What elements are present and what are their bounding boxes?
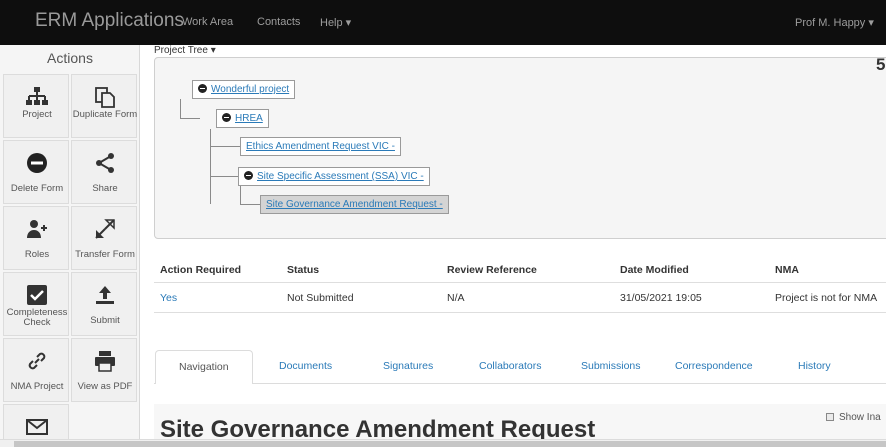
- copy-icon: [95, 87, 115, 108]
- collapse-icon[interactable]: [222, 113, 231, 122]
- share-icon: [96, 153, 114, 173]
- check-square-icon: [27, 285, 47, 305]
- roles-button[interactable]: Roles: [3, 206, 69, 270]
- project-button[interactable]: Project: [3, 74, 69, 138]
- view-as-pdf-button[interactable]: View as PDF: [71, 338, 137, 402]
- top-navbar: ERM Applications Work Area Contacts Help…: [0, 0, 886, 45]
- sitemap-icon: [26, 87, 48, 105]
- tree-node-hrea[interactable]: HREA: [216, 109, 269, 128]
- nav-work-area[interactable]: Work Area: [182, 16, 233, 28]
- duplicate-form-button[interactable]: Duplicate Form: [71, 74, 137, 138]
- completeness-check-label: Completeness Check: [6, 307, 68, 328]
- tab-signatures[interactable]: Signatures: [383, 360, 433, 372]
- horizontal-scrollbar[interactable]: [0, 439, 886, 447]
- show-inactive-toggle[interactable]: Show Ina: [826, 412, 881, 423]
- tree-node-site-governance[interactable]: Site Governance Amendment Request -: [260, 195, 449, 214]
- tabs-divider: [154, 383, 886, 384]
- corner-number: 5: [876, 55, 886, 74]
- project-label: Project: [22, 109, 52, 120]
- tree-node-wonderful-project[interactable]: Wonderful project: [192, 80, 296, 99]
- tree-connector: [210, 146, 240, 147]
- review-reference-value: N/A: [447, 292, 465, 304]
- nav-help-dropdown[interactable]: Help ▾: [320, 16, 351, 29]
- tab-navigation[interactable]: Navigation: [155, 350, 253, 384]
- tab-documents[interactable]: Documents: [279, 360, 332, 372]
- header-status: Status: [287, 264, 320, 276]
- tab-history[interactable]: History: [798, 360, 831, 372]
- project-tree-toggle[interactable]: Project Tree ▾: [154, 45, 216, 56]
- nma-project-button[interactable]: NMA Project: [3, 338, 69, 402]
- project-tree-panel: Wonderful project HREA Ethics Amendment …: [154, 57, 886, 239]
- delete-form-label: Delete Form: [10, 183, 64, 194]
- tree-connector: [240, 204, 260, 205]
- collapse-icon[interactable]: [198, 84, 207, 93]
- show-inactive-label: Show Ina: [839, 412, 881, 423]
- user-menu[interactable]: Prof M. Happy ▾: [795, 16, 874, 29]
- scrollbar-thumb[interactable]: [14, 441, 886, 447]
- tree-node-label[interactable]: Wonderful project: [211, 84, 289, 95]
- tab-correspondence[interactable]: Correspondence: [675, 360, 753, 372]
- tree-node-ethics-amendment[interactable]: Ethics Amendment Request VIC -: [240, 137, 401, 156]
- email-button[interactable]: [3, 404, 69, 440]
- duplicate-form-label: Duplicate Form: [72, 109, 138, 120]
- header-review-reference: Review Reference: [447, 264, 537, 276]
- action-required-link[interactable]: Yes: [160, 292, 177, 304]
- tab-collaborators[interactable]: Collaborators: [479, 360, 541, 372]
- transfer-form-button[interactable]: Transfer Form: [71, 206, 137, 270]
- submit-label: Submit: [90, 315, 120, 326]
- table-divider: [154, 312, 886, 313]
- share-label: Share: [92, 183, 118, 194]
- nma-value: Project is not for NMA: [775, 292, 878, 304]
- tree-node-label[interactable]: Ethics Amendment Request VIC -: [246, 141, 395, 152]
- share-button[interactable]: Share: [71, 140, 137, 204]
- view-as-pdf-label: View as PDF: [77, 381, 133, 392]
- upload-icon: [96, 286, 114, 304]
- minus-circle-icon: [27, 153, 47, 173]
- brand-logo[interactable]: ERM Applications: [35, 10, 184, 32]
- transfer-form-label: Transfer Form: [75, 249, 135, 260]
- tree-node-label[interactable]: HREA: [235, 113, 263, 124]
- submit-button[interactable]: Submit: [71, 272, 137, 336]
- nav-contacts[interactable]: Contacts: [257, 16, 300, 28]
- checkbox-icon[interactable]: [826, 413, 834, 421]
- table-divider: [154, 282, 886, 283]
- link-icon: [28, 352, 46, 370]
- tab-label: Navigation: [179, 361, 229, 373]
- print-icon: [95, 351, 115, 372]
- completeness-check-button[interactable]: Completeness Check: [3, 272, 69, 336]
- user-plus-icon: [27, 220, 47, 238]
- date-modified-value: 31/05/2021 19:05: [620, 292, 702, 304]
- tab-submissions[interactable]: Submissions: [581, 360, 641, 372]
- tree-node-label[interactable]: Site Governance Amendment Request -: [266, 199, 443, 210]
- header-nma: NMA: [775, 264, 799, 276]
- tree-connector: [210, 176, 238, 177]
- delete-form-button[interactable]: Delete Form: [3, 140, 69, 204]
- nma-project-label: NMA Project: [10, 381, 64, 392]
- tree-connector: [180, 118, 200, 119]
- header-action-required: Action Required: [160, 264, 242, 276]
- transfer-icon: [95, 219, 115, 239]
- tree-node-ssa[interactable]: Site Specific Assessment (SSA) VIC -: [238, 167, 430, 186]
- roles-label: Roles: [24, 249, 50, 260]
- tree-connector: [180, 99, 181, 119]
- collapse-icon[interactable]: [244, 171, 253, 180]
- header-date-modified: Date Modified: [620, 264, 689, 276]
- actions-sidebar: Actions Project Duplicate Form Delete Fo…: [0, 45, 140, 440]
- envelope-icon: [26, 419, 48, 435]
- tree-connector: [240, 185, 241, 205]
- sidebar-title: Actions: [47, 50, 93, 66]
- tree-node-label[interactable]: Site Specific Assessment (SSA) VIC -: [257, 171, 424, 182]
- tree-connector: [210, 129, 211, 204]
- status-value: Not Submitted: [287, 292, 354, 304]
